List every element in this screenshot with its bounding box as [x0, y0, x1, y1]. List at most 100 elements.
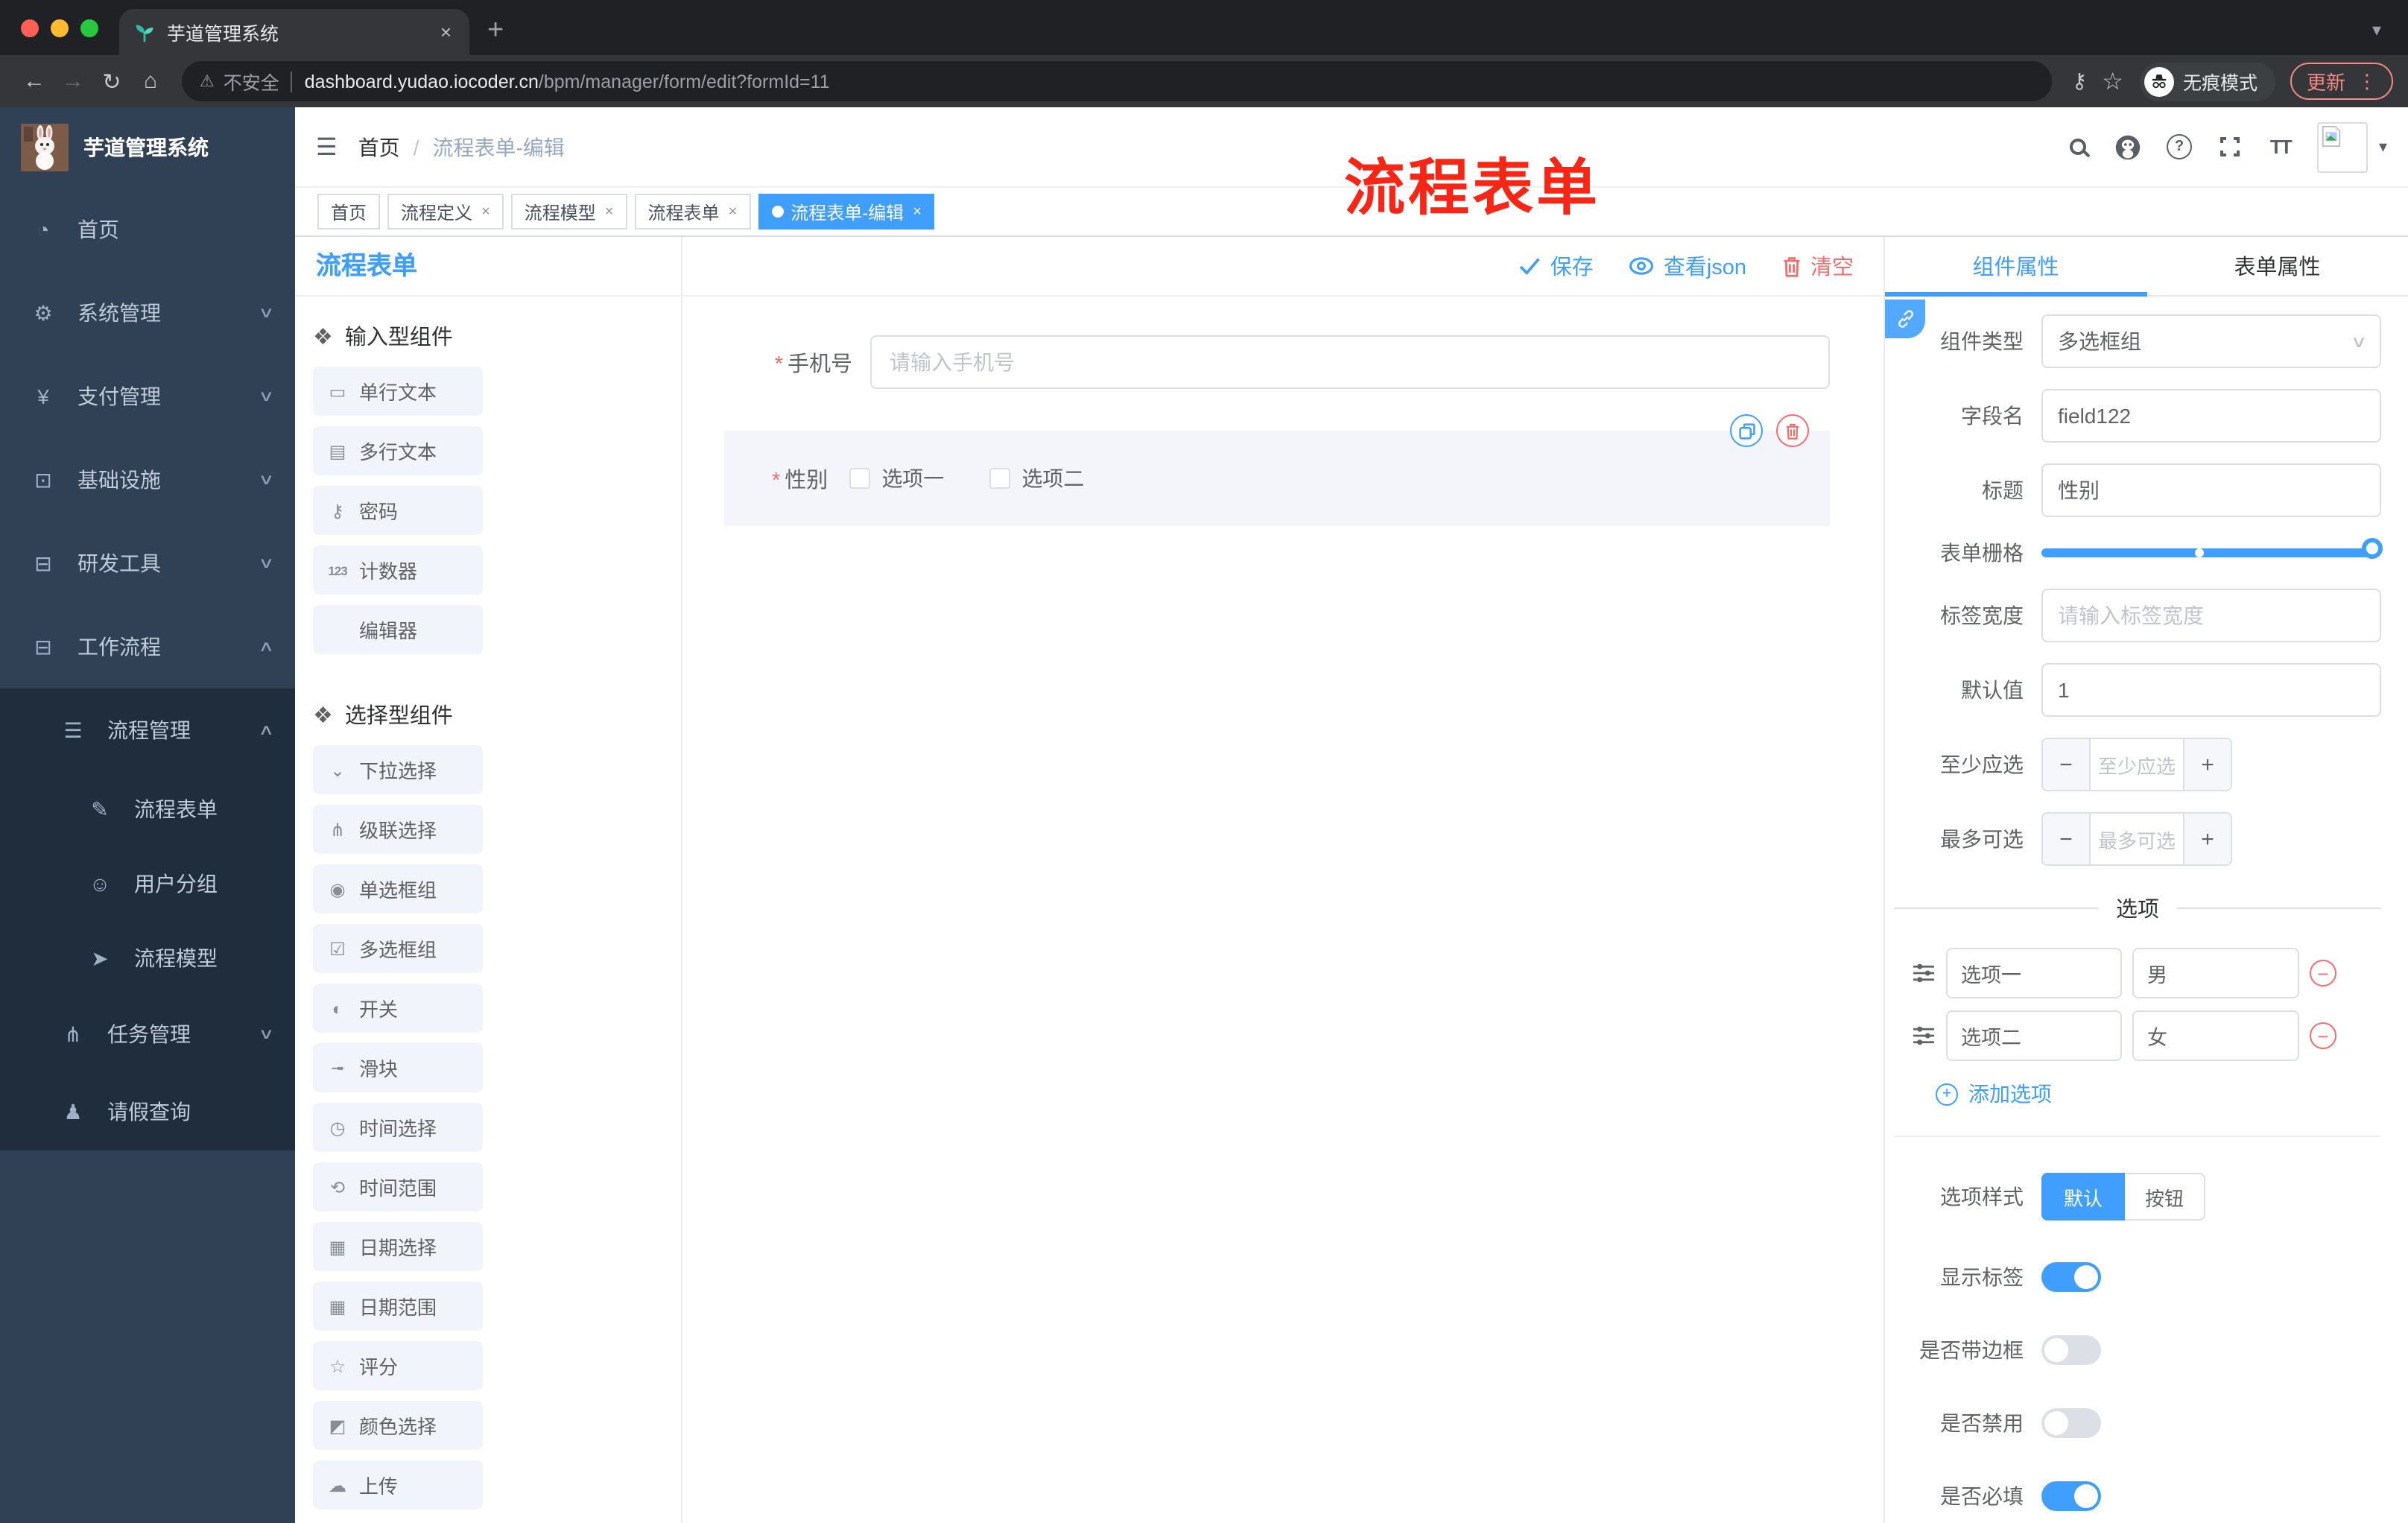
- password-key-icon[interactable]: ⚷: [2072, 69, 2088, 94]
- palette-item-password[interactable]: ⚷ 密码: [313, 486, 483, 535]
- min-select-value[interactable]: 至少应选: [2089, 739, 2184, 790]
- tag-process-definition[interactable]: 流程定义 ×: [387, 194, 504, 229]
- palette-item-rate[interactable]: ☆ 评分: [313, 1341, 483, 1390]
- stepper-decrease-button[interactable]: −: [2043, 814, 2089, 864]
- default-value-input[interactable]: [2041, 663, 2381, 717]
- checkbox-option[interactable]: 选项一: [849, 463, 944, 493]
- palette-item-editor[interactable]: 编辑器: [313, 605, 483, 654]
- option-label-input[interactable]: [1946, 1010, 2122, 1061]
- palette-item-checkbox-group[interactable]: ☑ 多选框组: [313, 924, 483, 973]
- sidebar-item-task-management[interactable]: ⋔ 任务管理 ∨: [0, 995, 295, 1073]
- fullscreen-button[interactable]: [2205, 107, 2255, 187]
- user-avatar[interactable]: [2317, 121, 2369, 172]
- field-link-tab[interactable]: [1885, 300, 1925, 338]
- breadcrumb-home[interactable]: 首页: [358, 132, 400, 162]
- sidebar-item-home[interactable]: ◔ 首页: [0, 188, 295, 271]
- new-tab-button[interactable]: +: [487, 15, 504, 48]
- reload-button[interactable]: ↻: [92, 68, 131, 95]
- sidebar-collapse-icon[interactable]: ☰: [295, 132, 358, 162]
- sidebar-item-payment[interactable]: ¥ 支付管理 ∨: [0, 355, 295, 438]
- tag-close-icon[interactable]: ×: [727, 203, 738, 220]
- delete-component-button[interactable]: [1776, 414, 1809, 447]
- phone-field-input[interactable]: [870, 335, 1830, 389]
- tag-close-icon[interactable]: ×: [911, 203, 922, 220]
- browser-tab[interactable]: 芋道管理系统 ×: [119, 9, 469, 55]
- field-name-input[interactable]: [2041, 389, 2381, 443]
- sidebar-item-system[interactable]: ⚙ 系统管理 ∨: [0, 271, 295, 355]
- tag-process-model[interactable]: 流程模型 ×: [510, 194, 627, 229]
- palette-item-cascader[interactable]: ⋔ 级联选择: [313, 805, 483, 854]
- palette-item-upload[interactable]: ☁ 上传: [313, 1460, 483, 1510]
- remove-option-button[interactable]: −: [2310, 960, 2336, 987]
- palette-item-single-line-text[interactable]: ▭ 单行文本: [313, 367, 483, 416]
- checkbox[interactable]: [989, 468, 1010, 489]
- save-button[interactable]: 保存: [1519, 250, 1594, 282]
- palette-item-counter[interactable]: 123 计数器: [313, 545, 483, 595]
- window-zoom-button[interactable]: [80, 19, 98, 37]
- address-bar[interactable]: ⚠ 不安全 dashboard.yudao.iocoder.cn/bpm/man…: [182, 61, 2053, 101]
- toggle-switch[interactable]: [2041, 1335, 2101, 1365]
- toggle-switch[interactable]: [2041, 1408, 2101, 1438]
- sidebar-item-leave-query[interactable]: ♟ 请假查询: [0, 1073, 295, 1150]
- stepper-decrease-button[interactable]: −: [2043, 739, 2089, 790]
- palette-item-radio-group[interactable]: ◉ 单选框组: [313, 864, 483, 914]
- label-width-input[interactable]: [2041, 589, 2381, 642]
- github-link[interactable]: [2103, 107, 2154, 187]
- toggle-switch[interactable]: [2041, 1481, 2101, 1511]
- toggle-switch[interactable]: [2041, 1262, 2101, 1292]
- tag-close-icon[interactable]: ×: [603, 203, 614, 220]
- form-grid-slider[interactable]: [2041, 538, 2383, 559]
- drag-handle-icon[interactable]: [1912, 963, 1936, 984]
- sidebar-item-infrastructure[interactable]: ⊡ 基础设施 ∨: [0, 438, 295, 522]
- tag-close-icon[interactable]: ×: [480, 203, 490, 220]
- browser-update-button[interactable]: 更新 ⋮: [2290, 63, 2393, 100]
- window-minimize-button[interactable]: [51, 19, 69, 37]
- sidebar-item-process-management[interactable]: ☰ 流程管理 ∧: [0, 688, 295, 772]
- help-button[interactable]: ?: [2154, 107, 2205, 187]
- avatar-caret-icon[interactable]: ▾: [2379, 137, 2387, 156]
- style-button-button[interactable]: 按钮: [2125, 1173, 2205, 1220]
- view-json-button[interactable]: 查看json: [1629, 250, 1746, 282]
- sidebar-item-dev-tools[interactable]: ⊟ 研发工具 ∨: [0, 522, 295, 605]
- palette-item-date-picker[interactable]: ▦ 日期选择: [313, 1222, 483, 1271]
- font-size-button[interactable]: TT: [2255, 107, 2306, 187]
- stepper-increase-button[interactable]: +: [2184, 814, 2231, 864]
- browser-menu-dots-icon[interactable]: ⋮: [2357, 69, 2377, 93]
- style-default-button[interactable]: 默认: [2041, 1173, 2125, 1220]
- drag-handle-icon[interactable]: [1912, 1025, 1936, 1046]
- sidebar-item-user-group[interactable]: ☺ 用户分组: [0, 846, 295, 921]
- back-button[interactable]: ←: [15, 69, 54, 94]
- tag-process-form[interactable]: 流程表单 ×: [634, 194, 751, 229]
- option-value-input[interactable]: [2132, 1010, 2299, 1061]
- palette-item-time-range[interactable]: ⟲ 时间范围: [313, 1162, 483, 1212]
- palette-item-slider[interactable]: ╼ 滑块: [313, 1043, 483, 1092]
- sidebar-logo[interactable]: 芋道管理系统: [0, 107, 295, 188]
- palette-item-color-picker[interactable]: ◩ 颜色选择: [313, 1401, 483, 1450]
- tab-search-caret-icon[interactable]: ▾: [2372, 19, 2381, 40]
- component-type-select[interactable]: 多选框组 ∨: [2041, 314, 2381, 368]
- palette-item-switch[interactable]: ◐ 开关: [313, 984, 483, 1033]
- duplicate-component-button[interactable]: [1730, 414, 1763, 447]
- header-search-button[interactable]: [2053, 107, 2103, 187]
- sidebar-item-workflow[interactable]: ⊟ 工作流程 ∧: [0, 605, 295, 688]
- option-value-input[interactable]: [2132, 948, 2299, 998]
- max-select-value[interactable]: 最多可选: [2089, 814, 2184, 864]
- clear-button[interactable]: 清空: [1782, 250, 1854, 282]
- add-option-button[interactable]: + 添加选项: [1936, 1079, 2381, 1109]
- tag-home[interactable]: 首页: [317, 194, 381, 229]
- checkbox[interactable]: [849, 468, 870, 489]
- bookmark-star-icon[interactable]: ☆: [2102, 66, 2123, 96]
- home-button[interactable]: ⌂: [131, 69, 170, 94]
- forward-button[interactable]: →: [54, 69, 92, 94]
- title-input[interactable]: [2041, 463, 2381, 517]
- option-label-input[interactable]: [1946, 948, 2122, 998]
- palette-item-dropdown-select[interactable]: ⌄ 下拉选择: [313, 745, 483, 794]
- palette-item-date-range[interactable]: ▦ 日期范围: [313, 1282, 483, 1331]
- tab-form-props[interactable]: 表单属性: [2146, 237, 2408, 295]
- tab-close-icon[interactable]: ×: [437, 21, 454, 43]
- slider-handle[interactable]: [2362, 538, 2383, 559]
- checkbox-option[interactable]: 选项二: [989, 463, 1084, 493]
- sidebar-item-process-model[interactable]: ➤ 流程模型: [0, 921, 295, 995]
- stepper-increase-button[interactable]: +: [2184, 739, 2231, 790]
- sidebar-item-process-form[interactable]: ✎ 流程表单: [0, 772, 295, 846]
